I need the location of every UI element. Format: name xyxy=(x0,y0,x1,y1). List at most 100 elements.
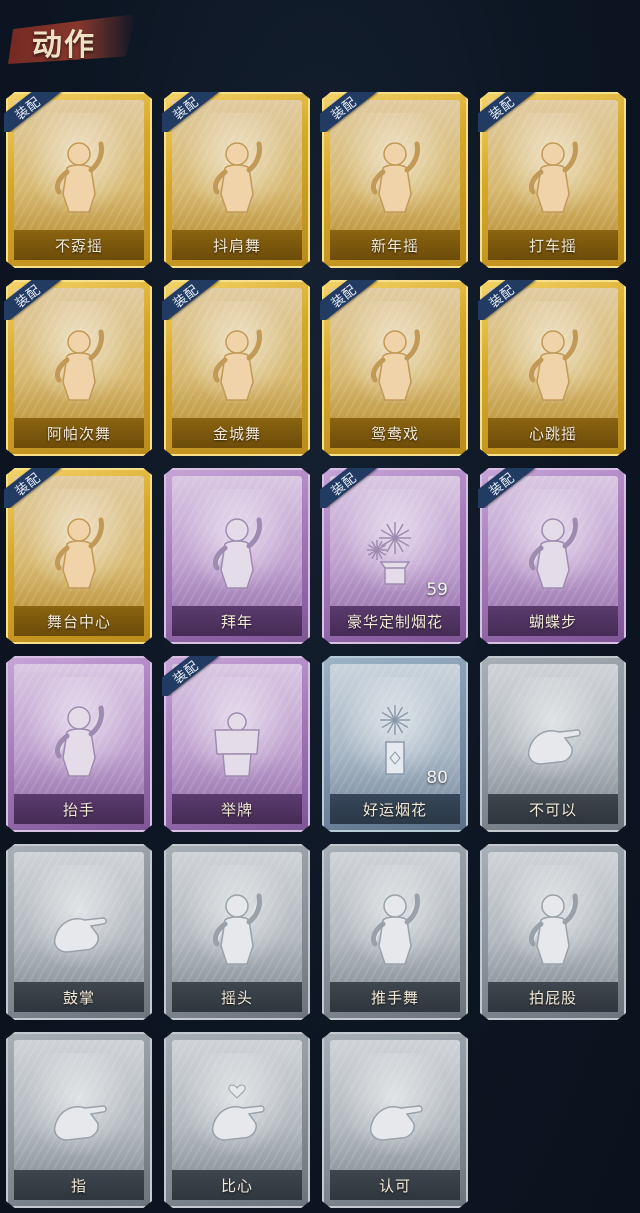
emote-label: 阿帕次舞 xyxy=(14,418,144,448)
emote-label: 认可 xyxy=(330,1170,460,1200)
emote-figure xyxy=(197,134,277,214)
firework-box-icon xyxy=(367,522,411,585)
dance-pose-icon xyxy=(528,141,578,213)
emote-label: 蝴蝶步 xyxy=(488,606,618,636)
emote-card[interactable]: 不孬摇 装配 xyxy=(4,92,152,268)
emote-label: 心跳摇 xyxy=(488,418,618,448)
emote-figure xyxy=(39,698,119,778)
emote-label: 推手舞 xyxy=(330,982,460,1012)
equipped-badge: 装配 xyxy=(4,280,64,320)
equipped-badge: 装配 xyxy=(162,92,222,132)
emote-figure xyxy=(197,510,277,590)
firework-tube-icon xyxy=(380,705,410,775)
emote-figure xyxy=(355,134,435,214)
emote-card[interactable]: 舞台中心 装配 xyxy=(4,468,152,644)
dance-pose-icon xyxy=(528,329,578,401)
thumbs-up-icon xyxy=(369,1105,423,1141)
emote-collection-page: 动作 不孬摇 装配 抖肩舞 装配 新年摇 装配 打车摇 装配 阿帕次舞 装配 金城舞 装配 鸳鸯戏 装配心… xyxy=(0,0,640,1213)
emote-label: 不孬摇 xyxy=(14,230,144,260)
emote-figure xyxy=(39,510,119,590)
emote-figure xyxy=(355,1074,435,1154)
emote-figure xyxy=(355,886,435,966)
emote-card[interactable]: 认可 xyxy=(322,1032,468,1208)
emote-card[interactable]: 推手舞 xyxy=(322,844,468,1020)
emote-card[interactable]: 拍屁股 xyxy=(480,844,626,1020)
clap-hands-icon xyxy=(53,917,107,953)
equipped-badge-label: 装配 xyxy=(162,280,220,320)
emote-card[interactable]: 摇头 xyxy=(164,844,310,1020)
emote-grid: 不孬摇 装配 抖肩舞 装配 新年摇 装配 打车摇 装配 阿帕次舞 装配 金城舞 装配 鸳鸯戏 装配 心跳摇装… xyxy=(0,0,640,1213)
emote-figure xyxy=(39,322,119,402)
emote-card[interactable]: 比心 xyxy=(164,1032,310,1208)
equipped-badge-label: 装配 xyxy=(4,468,62,508)
finger-heart-icon xyxy=(211,1084,265,1141)
emote-card[interactable]: 新年摇 装配 xyxy=(320,92,468,268)
dance-pose-icon xyxy=(212,329,262,401)
emote-card[interactable]: 不可以 xyxy=(480,656,626,832)
emote-card[interactable]: 抖肩舞 装配 xyxy=(162,92,310,268)
equipped-badge-label: 装配 xyxy=(320,468,378,508)
dance-pose-icon xyxy=(54,517,104,589)
emote-label: 举牌 xyxy=(172,794,302,824)
sign-board-icon xyxy=(214,712,260,777)
emote-card[interactable]: 拜年 xyxy=(164,468,310,644)
equipped-badge-label: 装配 xyxy=(162,656,220,696)
dance-pose-icon xyxy=(212,141,262,213)
emote-card[interactable]: 抬手 xyxy=(6,656,152,832)
emote-label: 抬手 xyxy=(14,794,144,824)
emote-label: 拍屁股 xyxy=(488,982,618,1012)
equipped-badge-label: 装配 xyxy=(478,468,536,508)
pointing-hand-icon xyxy=(53,1105,107,1141)
equipped-badge-label: 装配 xyxy=(320,280,378,320)
emote-card[interactable]: 鸳鸯戏 装配 xyxy=(320,280,468,456)
equipped-badge: 装配 xyxy=(478,280,538,320)
emote-card[interactable]: 举牌 装配 xyxy=(162,656,310,832)
emote-figure xyxy=(513,510,593,590)
slap-pose-icon xyxy=(528,893,578,965)
emote-label: 打车摇 xyxy=(488,230,618,260)
emote-label: 好运烟花 xyxy=(330,794,460,824)
push-hands-icon xyxy=(370,893,420,965)
equipped-badge-label: 装配 xyxy=(320,92,378,132)
emote-figure xyxy=(39,134,119,214)
emote-card[interactable]: 指 xyxy=(6,1032,152,1208)
emote-figure xyxy=(513,698,593,778)
emote-card[interactable]: 80 好运烟花 xyxy=(322,656,468,832)
emote-card[interactable]: 金城舞 装配 xyxy=(162,280,310,456)
emote-label: 金城舞 xyxy=(172,418,302,448)
dance-pose-icon xyxy=(370,141,420,213)
emote-label: 鸳鸯戏 xyxy=(330,418,460,448)
emote-card[interactable]: 阿帕次舞 装配 xyxy=(4,280,152,456)
emote-label: 指 xyxy=(14,1170,144,1200)
emote-card[interactable]: 蝴蝶步 装配 xyxy=(478,468,626,644)
equipped-badge-label: 装配 xyxy=(478,92,536,132)
equipped-badge: 装配 xyxy=(4,92,64,132)
equipped-badge: 装配 xyxy=(4,468,64,508)
emote-label: 拜年 xyxy=(172,606,302,636)
emote-figure xyxy=(197,886,277,966)
equipped-badge-label: 装配 xyxy=(478,280,536,320)
finger-wag-icon xyxy=(527,729,581,765)
emote-figure xyxy=(39,1074,119,1154)
item-count: 80 xyxy=(426,768,448,788)
shake-head-icon xyxy=(212,893,262,965)
emote-figure xyxy=(355,698,435,778)
emote-label: 摇头 xyxy=(172,982,302,1012)
emote-figure xyxy=(513,134,593,214)
emote-card[interactable]: 心跳摇 装配 xyxy=(478,280,626,456)
bow-pose-icon xyxy=(212,517,262,589)
equipped-badge: 装配 xyxy=(320,92,380,132)
emote-card[interactable]: 打车摇 装配 xyxy=(478,92,626,268)
emote-card[interactable]: 鼓掌 xyxy=(6,844,152,1020)
emote-figure xyxy=(197,322,277,402)
equipped-badge-label: 装配 xyxy=(162,92,220,132)
emote-label: 抖肩舞 xyxy=(172,230,302,260)
emote-label: 豪华定制烟花 xyxy=(330,606,460,636)
equipped-badge-label: 装配 xyxy=(4,280,62,320)
dance-pose-icon xyxy=(54,141,104,213)
emote-label: 鼓掌 xyxy=(14,982,144,1012)
emote-figure xyxy=(197,698,277,778)
dance-pose-icon xyxy=(370,329,420,401)
emote-label: 新年摇 xyxy=(330,230,460,260)
emote-card[interactable]: 59 豪华定制烟花 装配 xyxy=(320,468,468,644)
